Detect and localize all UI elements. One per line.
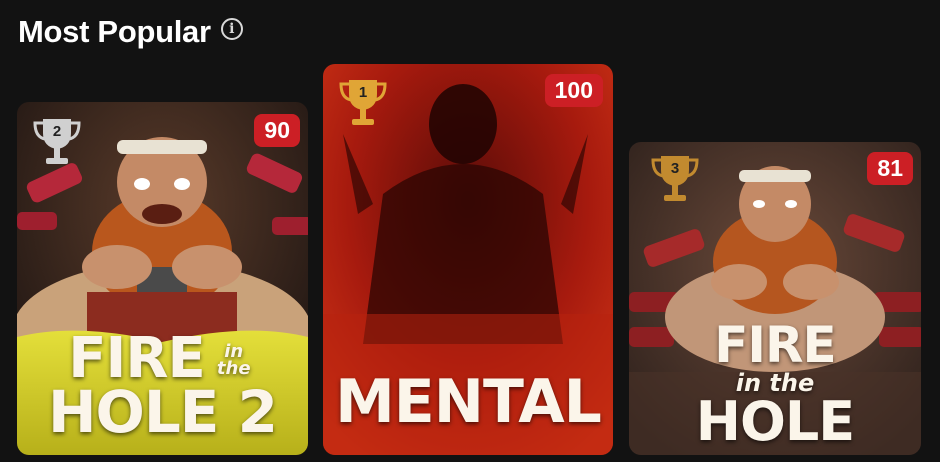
title-line-2: HOLE 2 — [48, 378, 278, 447]
title-line-1: FIRE — [714, 316, 836, 374]
game-card-fire-in-the-hole[interactable]: 3 81 FIRE in the HOLE — [629, 142, 921, 455]
rank-number: 1 — [358, 84, 368, 101]
info-icon[interactable]: i — [220, 18, 243, 40]
gold-trophy-icon: 1 — [337, 76, 389, 132]
bronze-trophy-icon: 3 — [649, 152, 701, 208]
score-badge: 100 — [544, 74, 603, 107]
silver-trophy-icon: 2 — [31, 115, 83, 171]
game-card-fire-in-the-hole-2[interactable]: 2 90 FIRE in the HOLE 2 — [17, 102, 308, 455]
section-header: Most Popular i — [18, 14, 243, 50]
game-card-mental[interactable]: 1 100 MENTAL — [323, 64, 613, 455]
score-badge: 81 — [867, 152, 913, 185]
game-title: FIRE in the HOLE 2 — [17, 330, 308, 447]
rank-number: 3 — [670, 160, 680, 177]
title-line-2: HOLE — [695, 390, 855, 454]
score-badge: 90 — [254, 114, 300, 147]
game-title: FIRE in the HOLE — [629, 316, 921, 454]
title-small-words: in the — [216, 341, 251, 380]
game-title: MENTAL — [335, 367, 602, 437]
section-title: Most Popular — [18, 14, 211, 49]
rank-number: 2 — [52, 123, 62, 140]
